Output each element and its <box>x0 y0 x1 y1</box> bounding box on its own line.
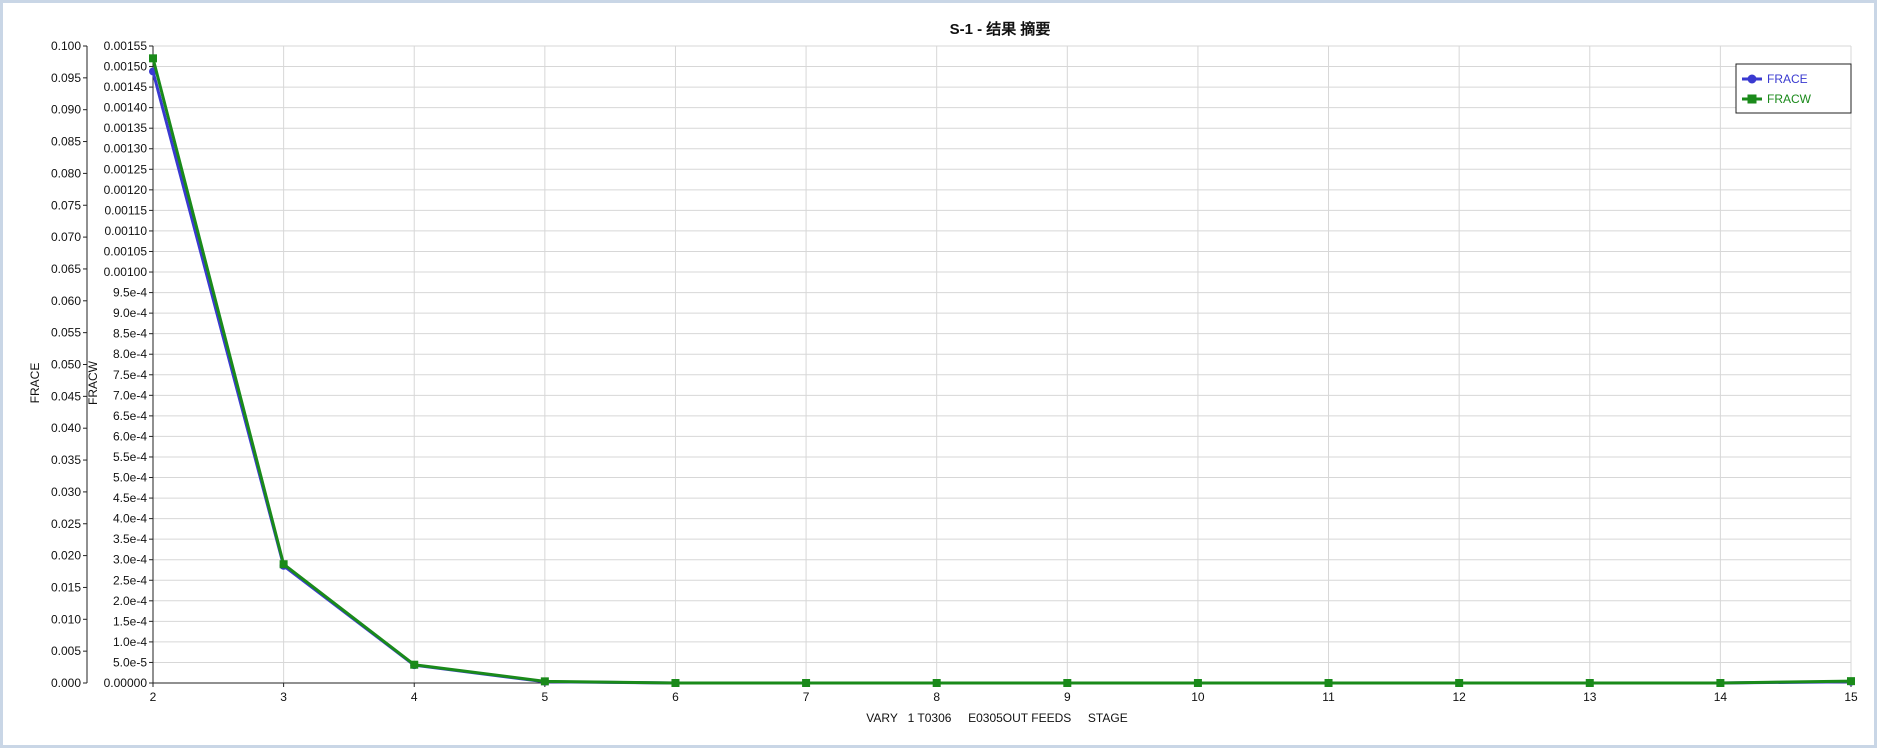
tick-labels: 2 3 4 5 6 7 8 9 10 11 12 13 14 15 0.00000 5.0e-5 1.0e-4 1… <box>51 39 1858 704</box>
frace-tick-label: 0.085 <box>51 135 81 149</box>
fracw-tick-label: 8.5e-4 <box>113 327 147 341</box>
fracw-tick-label: 1.0e-4 <box>113 635 147 649</box>
fracw-tick-label: 2.0e-4 <box>113 594 147 608</box>
x-tick-label: 4 <box>411 690 418 704</box>
fracw-tick-label: 8.0e-4 <box>113 347 147 361</box>
frace-tick-label: 0.080 <box>51 166 81 180</box>
fracw-tick-label: 0.00115 <box>105 203 148 217</box>
fracw-tick-label: 6.0e-4 <box>113 429 147 443</box>
fracw-tick-label: 7.5e-4 <box>113 368 147 382</box>
fracw-tick-label: 0.00100 <box>104 265 148 279</box>
fracw-tick-label: 2.5e-4 <box>113 573 147 587</box>
fracw-tick-label: 5.0e-4 <box>113 471 147 485</box>
frace-tick-label: 0.060 <box>51 294 81 308</box>
data-point-fracw[interactable] <box>671 679 680 687</box>
fracw-tick-label: 0.00125 <box>104 162 148 176</box>
data-point-fracw[interactable] <box>802 679 811 687</box>
frace-tick-label: 0.020 <box>51 549 81 563</box>
x-axis-title: VARY 1 T0306 E0305OUT FEEDS STAGE <box>866 711 1127 725</box>
legend-marker-square <box>1747 94 1757 104</box>
data-point-fracw[interactable] <box>149 54 157 63</box>
frace-tick-label: 0.030 <box>51 485 81 499</box>
fracw-tick-label: 5.5e-4 <box>113 450 147 464</box>
frace-tick-label: 0.090 <box>51 103 81 117</box>
x-tick-label: 12 <box>1452 690 1466 704</box>
frace-tick-label: 0.055 <box>51 326 81 340</box>
fracw-tick-label: 9.5e-4 <box>113 286 147 300</box>
fracw-tick-label: 0.00000 <box>104 676 148 690</box>
fracw-tick-label: 3.5e-4 <box>113 532 147 546</box>
frace-tick-label: 0.045 <box>51 389 81 403</box>
x-tick-label: 14 <box>1714 690 1728 704</box>
right-axis-title: FRACW <box>86 360 100 405</box>
fracw-tick-label: 3.0e-4 <box>113 553 147 567</box>
left-axis-title: FRACE <box>28 363 42 404</box>
frace-tick-label: 0.095 <box>51 71 81 85</box>
data-point-fracw[interactable] <box>1324 679 1333 687</box>
frace-tick-label: 0.070 <box>51 230 81 244</box>
legend-label: FRACE <box>1767 72 1808 86</box>
x-tick-label: 6 <box>672 690 679 704</box>
frace-tick-label: 0.075 <box>51 198 81 212</box>
data-point-fracw[interactable] <box>932 679 941 687</box>
x-tick-label: 7 <box>803 690 810 704</box>
fracw-tick-label: 0.00110 <box>105 224 148 238</box>
fracw-tick-label: 6.5e-4 <box>113 409 147 423</box>
fracw-tick-label: 0.00135 <box>104 121 148 135</box>
x-tick-label: 2 <box>150 690 157 704</box>
x-tick-label: 8 <box>933 690 940 704</box>
frace-tick-label: 0.065 <box>51 262 81 276</box>
fracw-tick-label: 0.00150 <box>104 60 148 74</box>
fracw-tick-label: 0.00145 <box>104 80 148 94</box>
legend[interactable]: FRACE FRACW <box>1735 63 1852 114</box>
frace-tick-label: 0.005 <box>51 644 81 658</box>
frace-tick-label: 0.100 <box>51 39 81 53</box>
x-tick-label: 11 <box>1322 690 1335 704</box>
frace-tick-label: 0.040 <box>51 421 81 435</box>
data-point-fracw[interactable] <box>279 560 288 569</box>
chart-window: S-1 - 结果 摘要 FRACE FRACW VARY 1 T0306 E03… <box>0 0 1877 748</box>
fracw-tick-label: 0.00120 <box>104 183 148 197</box>
data-point-fracw[interactable] <box>540 677 549 686</box>
fracw-tick-label: 0.00105 <box>104 244 148 258</box>
series-frace <box>149 67 1855 687</box>
data-point-fracw[interactable] <box>1585 679 1594 687</box>
axes <box>83 45 1852 687</box>
data-point-fracw[interactable] <box>1455 679 1464 687</box>
frace-tick-label: 0.050 <box>51 358 81 372</box>
data-point-fracw[interactable] <box>1716 679 1725 687</box>
x-tick-label: 10 <box>1191 690 1205 704</box>
fracw-tick-label: 7.0e-4 <box>113 388 147 402</box>
legend-marker-circle <box>1747 74 1757 84</box>
frace-tick-label: 0.035 <box>51 453 81 467</box>
frace-tick-label: 0.010 <box>51 612 81 626</box>
series-line-fracw <box>151 57 1852 685</box>
x-tick-label: 3 <box>280 690 287 704</box>
fracw-tick-label: 4.5e-4 <box>113 491 147 505</box>
fracw-tick-label: 0.00130 <box>104 142 148 156</box>
fracw-tick-label: 4.0e-4 <box>113 512 147 526</box>
fracw-tick-label: 1.5e-4 <box>113 614 147 628</box>
frace-tick-label: 0.000 <box>51 676 81 690</box>
x-tick-label: 9 <box>1064 690 1071 704</box>
data-point-fracw[interactable] <box>410 660 419 669</box>
data-point-fracw[interactable] <box>1063 679 1072 687</box>
line-chart: S-1 - 结果 摘要 FRACE FRACW VARY 1 T0306 E03… <box>28 20 1858 725</box>
data-point-fracw[interactable] <box>1193 679 1202 687</box>
fracw-tick-label: 0.00140 <box>104 101 148 115</box>
series-line-frace <box>151 71 1852 685</box>
frace-tick-label: 0.015 <box>51 580 81 594</box>
fracw-tick-label: 0.00155 <box>104 39 148 53</box>
x-tick-label: 5 <box>542 690 549 704</box>
fracw-tick-label: 5.0e-5 <box>113 655 147 669</box>
fracw-tick-label: 9.0e-4 <box>113 306 147 320</box>
x-tick-label: 15 <box>1844 690 1858 704</box>
data-point-fracw[interactable] <box>1847 677 1855 686</box>
frace-tick-label: 0.025 <box>51 517 81 531</box>
chart-title: S-1 - 结果 摘要 <box>950 20 1051 38</box>
x-tick-label: 13 <box>1583 690 1597 704</box>
legend-label: FRACW <box>1767 92 1812 106</box>
grid <box>152 45 1852 684</box>
